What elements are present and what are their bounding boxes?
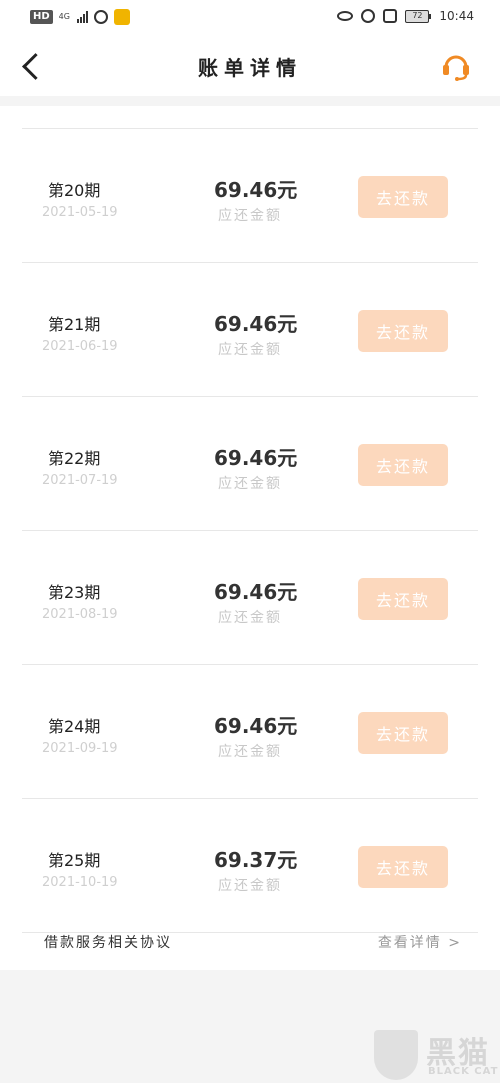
due-date: 2021-10-19 [42,875,118,890]
amount-value: 69.46元 [214,312,298,336]
installment-row: 第22期 2021-07-19 69.46元应还金额 去还款 [22,397,478,531]
installment-row: 第20期 2021-05-19 69.46元应还金额 去还款 [22,129,478,263]
period-label: 第21期 [48,315,101,334]
vibrate-icon [383,9,398,23]
amount-caption: 应还金额 [218,744,282,760]
amount-caption: 应还金额 [218,342,282,358]
due-date: 2021-08-19 [42,607,118,622]
period-label: 第20期 [48,181,101,200]
amount-value: 69.46元 [214,714,298,738]
due-date: 2021-09-19 [42,741,118,756]
battery-level: 72 [405,9,430,23]
page-title: 账单详情 [198,56,302,80]
status-bar: HD 4G 72 10:44 [0,0,500,36]
cat-logo-icon [374,1030,418,1080]
view-details-link[interactable]: 查看详情 > [378,932,462,952]
amount-value: 69.46元 [214,446,298,470]
period-label: 第22期 [48,449,101,468]
pay-button[interactable]: 去还款 [358,176,448,218]
network-type: 4G [58,12,70,21]
period-label: 第23期 [48,583,101,602]
period-label: 第25期 [48,851,101,870]
due-date: 2021-06-19 [42,339,118,354]
installment-row: 第23期 2021-08-19 69.46元应还金额 去还款 [22,531,478,665]
amount-value: 69.46元 [214,178,298,202]
amount-caption: 应还金额 [218,476,282,492]
due-date: 2021-05-19 [42,205,118,220]
amount-value: 69.37元 [214,848,298,872]
amount-caption: 应还金额 [218,610,282,626]
customer-service-icon[interactable] [440,50,472,82]
pay-button[interactable]: 去还款 [358,444,448,486]
watermark: 黑猫 BLACK CAT [374,1026,500,1083]
amount-caption: 应还金额 [218,208,282,224]
clock: 10:44 [439,9,474,23]
pay-button[interactable]: 去还款 [358,712,448,754]
signal-icon [76,11,88,23]
installment-list: 第20期 2021-05-19 69.46元 应还金额 去还款 第21期 2021-06-1… [22,128,478,933]
installment-row: 第25期 2021-10-19 69.37元应还金额 去还款 [22,799,478,933]
period-label: 第24期 [48,717,101,736]
installment-row: 第21期 2021-06-19 69.46元应还金额 去还款 [22,263,478,397]
installment-row: 第24期 2021-09-19 69.46元应还金额 去还款 [22,665,478,799]
app-notification-icon [113,9,130,25]
alarm-icon [361,9,376,23]
pay-button[interactable]: 去还款 [358,846,448,888]
hotspot-icon [93,10,108,24]
watermark-sub: BLACK CAT [428,1066,499,1077]
pay-button[interactable]: 去还款 [358,578,448,620]
pay-button[interactable]: 去还款 [358,310,448,352]
agreement-label: 借款服务相关协议 [44,935,172,951]
amount-value: 69.46元 [214,580,298,604]
hd-badge: HD [30,10,53,24]
due-date: 2021-07-19 [42,473,118,488]
bill-list-card: 第20期 2021-05-19 69.46元 应还金额 去还款 第21期 2021-06-1… [0,106,500,970]
amount-caption: 应还金额 [218,878,282,894]
nav-bar: 账单详情 [0,36,500,96]
eye-comfort-icon [337,11,354,21]
battery-icon: 72 [405,9,432,23]
